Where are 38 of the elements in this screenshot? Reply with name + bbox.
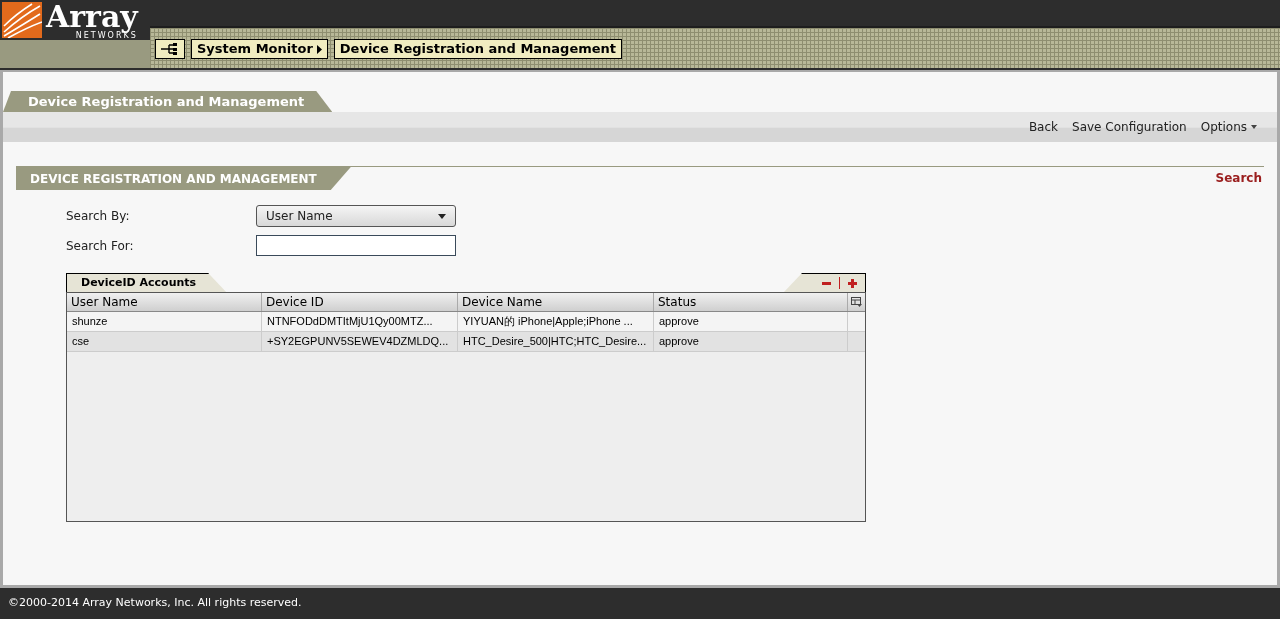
- add-button[interactable]: [848, 278, 857, 288]
- field-label: Search By:: [66, 208, 131, 225]
- toolbar-link[interactable]: Save Configuration: [1072, 118, 1187, 136]
- logo-icon: [2, 2, 42, 38]
- column-header[interactable]: User Name: [67, 293, 262, 311]
- sitemap-icon: [161, 43, 179, 55]
- table-tab[interactable]: DeviceID Accounts: [66, 273, 227, 292]
- toolbar-link[interactable]: Options: [1200, 118, 1257, 136]
- copyright-text: ©2000-2014 Array Networks, Inc. All rights reserved.: [8, 595, 302, 612]
- search-by-dropdown[interactable]: User Name: [256, 205, 456, 227]
- breadcrumb-item[interactable]: Device Registration and Management: [333, 39, 623, 59]
- table-cell: shunze: [67, 312, 262, 331]
- sitemap-button[interactable]: [155, 39, 185, 59]
- table-cell: YIYUAN的 iPhone|Apple;iPhone ...: [458, 312, 654, 331]
- table-cell: approve: [654, 332, 848, 351]
- column-header[interactable]: Status: [654, 293, 848, 311]
- plus-icon: [848, 278, 857, 288]
- search-link[interactable]: Search: [1215, 169, 1262, 187]
- table-cell: HTC_Desire_500|HTC;HTC_Desire...: [458, 332, 654, 351]
- column-header[interactable]: Device Name: [458, 293, 654, 311]
- search-for-field[interactable]: [256, 235, 456, 256]
- column-header[interactable]: Device ID: [262, 293, 458, 311]
- caret-icon: [1251, 125, 1257, 129]
- columns-menu-icon[interactable]: [851, 297, 862, 307]
- table-cell: approve: [654, 312, 848, 331]
- logo-name: Array: [46, 2, 138, 32]
- section-title: DEVICE REGISTRATION AND MANAGEMENT: [16, 167, 351, 190]
- minus-icon: [822, 281, 831, 285]
- caret-icon: [438, 213, 446, 219]
- table-cell: NTNFODdDMTItMjU1Qy00MTZ...: [262, 312, 458, 331]
- table-cell: +SY2EGPUNV5SEWEV4DZMLDQ...: [262, 332, 458, 351]
- table-cell: cse: [67, 332, 262, 351]
- caret-icon: [316, 44, 322, 54]
- logo-tagline: NETWORKS: [75, 32, 138, 40]
- field-label: Search For:: [66, 237, 135, 255]
- breadcrumb-item[interactable]: System Monitor: [191, 39, 328, 59]
- toolbar-link[interactable]: Back: [1028, 118, 1059, 136]
- remove-button[interactable]: [822, 281, 831, 285]
